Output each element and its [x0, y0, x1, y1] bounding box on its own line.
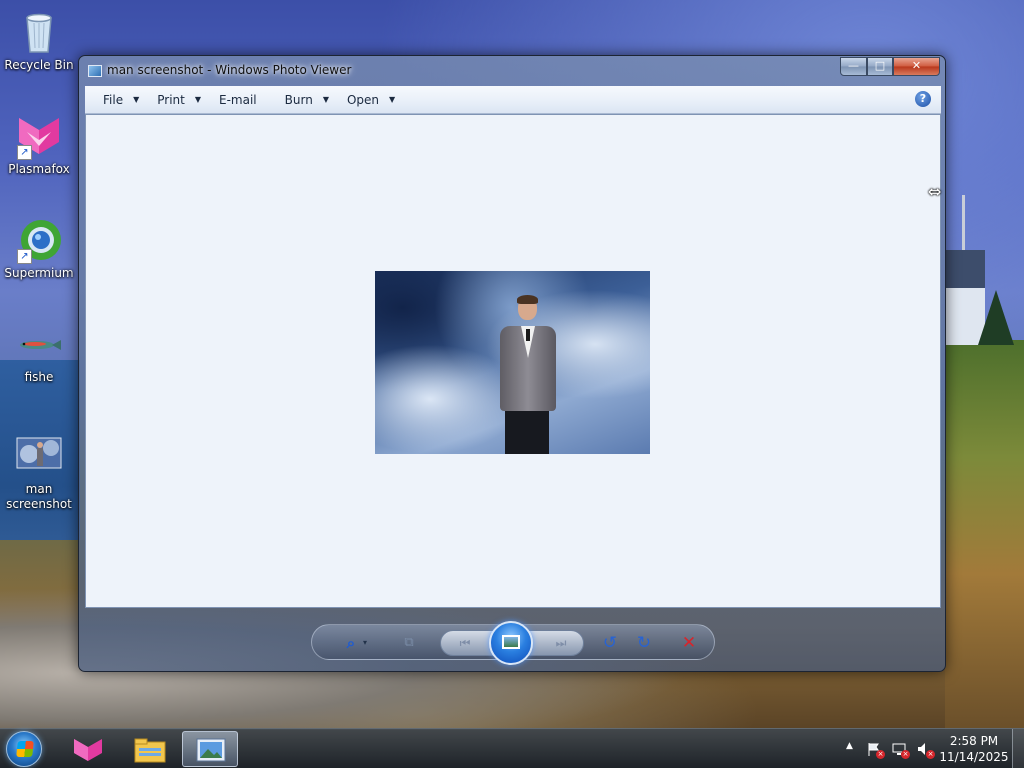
close-button[interactable]: ✕: [893, 57, 940, 76]
photo-subject-legs: [505, 409, 549, 454]
desktop-icon-recycle-bin[interactable]: Recycle Bin: [2, 8, 76, 73]
show-desktop-button[interactable]: [1012, 729, 1024, 768]
image-viewport[interactable]: [85, 114, 941, 608]
mute-badge-icon: ×: [926, 750, 935, 759]
previous-icon[interactable]: ⏮: [454, 632, 476, 654]
recycle-bin-icon: [15, 8, 63, 56]
menu-open-label: Open: [346, 92, 380, 107]
menu-burn[interactable]: Burn ▼: [285, 93, 329, 107]
clock-date: 11/14/2025: [939, 750, 1009, 764]
desktop-icon-label: Supermium: [4, 266, 74, 280]
system-clock[interactable]: 2:58 PM 11/14/2025: [936, 733, 1012, 765]
image-file-icon: [15, 432, 63, 480]
taskbar-plasmafox[interactable]: [60, 731, 116, 767]
viewer-toolbar: ⌕ ▾ ⧉ ⏮ ⏭ ↺ ↻ ✕: [311, 621, 715, 665]
rotate-left-icon[interactable]: ↺: [599, 632, 621, 654]
taskbar: ▲ × × × 2:58 PM 11/14/2025: [0, 728, 1024, 768]
caption-buttons: — □ ✕: [840, 57, 940, 76]
help-icon[interactable]: ?: [915, 91, 931, 107]
shortcut-arrow-icon: ↗: [17, 145, 32, 160]
photo-subject-tie: [526, 329, 530, 341]
desktop-icon-label: fishe: [24, 370, 54, 384]
error-badge-icon: ×: [901, 750, 910, 759]
dropdown-arrow-icon: ▼: [194, 95, 202, 104]
desktop-icon-plasmafox[interactable]: ↗ Plasmafox: [2, 112, 76, 177]
photo-viewer-window: man screenshot - Windows Photo Viewer — …: [78, 55, 946, 672]
menu-file[interactable]: File ▼: [103, 93, 139, 107]
file-explorer-icon: [134, 738, 166, 763]
desktop-icon-fishe[interactable]: fishe: [2, 320, 76, 385]
dropdown-arrow-icon: ▼: [322, 95, 329, 104]
slideshow-button[interactable]: [489, 621, 533, 665]
start-button[interactable]: [6, 731, 42, 767]
photo-viewer-icon: [196, 738, 226, 762]
plasmafox-icon: [74, 739, 102, 761]
windows-logo-icon: [16, 741, 34, 757]
error-badge-icon: ×: [876, 750, 885, 759]
dropdown-arrow-icon: ▼: [389, 95, 396, 104]
supermium-icon: ↗: [15, 216, 63, 264]
delete-icon[interactable]: ✕: [678, 632, 700, 654]
photo-subject-hair: [517, 295, 538, 304]
next-icon[interactable]: ⏭: [550, 632, 572, 654]
desktop-icon-label: man screenshot: [6, 482, 72, 511]
menu-print[interactable]: Print ▼: [157, 93, 201, 107]
menu-file-label: File: [103, 92, 124, 107]
taskbar-file-explorer[interactable]: [122, 731, 178, 767]
displayed-photo: [375, 271, 650, 454]
rotate-right-icon[interactable]: ↻: [633, 632, 655, 654]
desktop-icon-label: Plasmafox: [8, 162, 70, 176]
clock-time: 2:58 PM: [949, 734, 999, 748]
action-center-flag-icon[interactable]: ×: [866, 741, 885, 759]
command-bar: File ▼ Print ▼ E-mail Burn ▼ Open ▼ ?: [85, 86, 941, 114]
minimize-button[interactable]: —: [840, 57, 867, 76]
desktop-icon-man-screenshot[interactable]: man screenshot: [2, 432, 76, 512]
taskbar-photo-viewer[interactable]: [182, 731, 238, 767]
volume-muted-icon[interactable]: ×: [916, 741, 935, 759]
menu-email[interactable]: E-mail: [219, 93, 257, 107]
show-hidden-icons-button[interactable]: ▲: [846, 741, 853, 751]
slideshow-icon: [502, 635, 520, 649]
menu-open[interactable]: Open ▼: [347, 93, 395, 107]
wallpaper-hill: [945, 340, 1024, 730]
zoom-icon[interactable]: ⌕: [340, 632, 362, 654]
network-icon[interactable]: ×: [891, 741, 910, 759]
wallpaper-tree: [978, 290, 1014, 345]
actual-size-icon[interactable]: ⧉: [398, 632, 420, 654]
dropdown-arrow-icon: ▼: [133, 95, 140, 104]
menu-print-label: Print: [157, 92, 185, 107]
desktop-icon-supermium[interactable]: ↗ Supermium: [2, 216, 76, 281]
shortcut-arrow-icon: ↗: [17, 249, 32, 264]
fish-icon: [15, 320, 63, 368]
zoom-dropdown-icon[interactable]: ▾: [360, 632, 370, 654]
menu-email-label: E-mail: [219, 92, 257, 107]
resize-cursor-icon: ⇔: [928, 182, 942, 201]
plasmafox-icon: ↗: [15, 112, 63, 160]
title-bar[interactable]: man screenshot - Windows Photo Viewer — …: [79, 56, 945, 86]
menu-burn-label: Burn: [284, 92, 313, 107]
photo-viewer-icon: [88, 65, 102, 77]
desktop-icon-label: Recycle Bin: [4, 58, 74, 72]
maximize-button[interactable]: □: [867, 57, 893, 76]
window-title: man screenshot - Windows Photo Viewer: [107, 63, 352, 77]
